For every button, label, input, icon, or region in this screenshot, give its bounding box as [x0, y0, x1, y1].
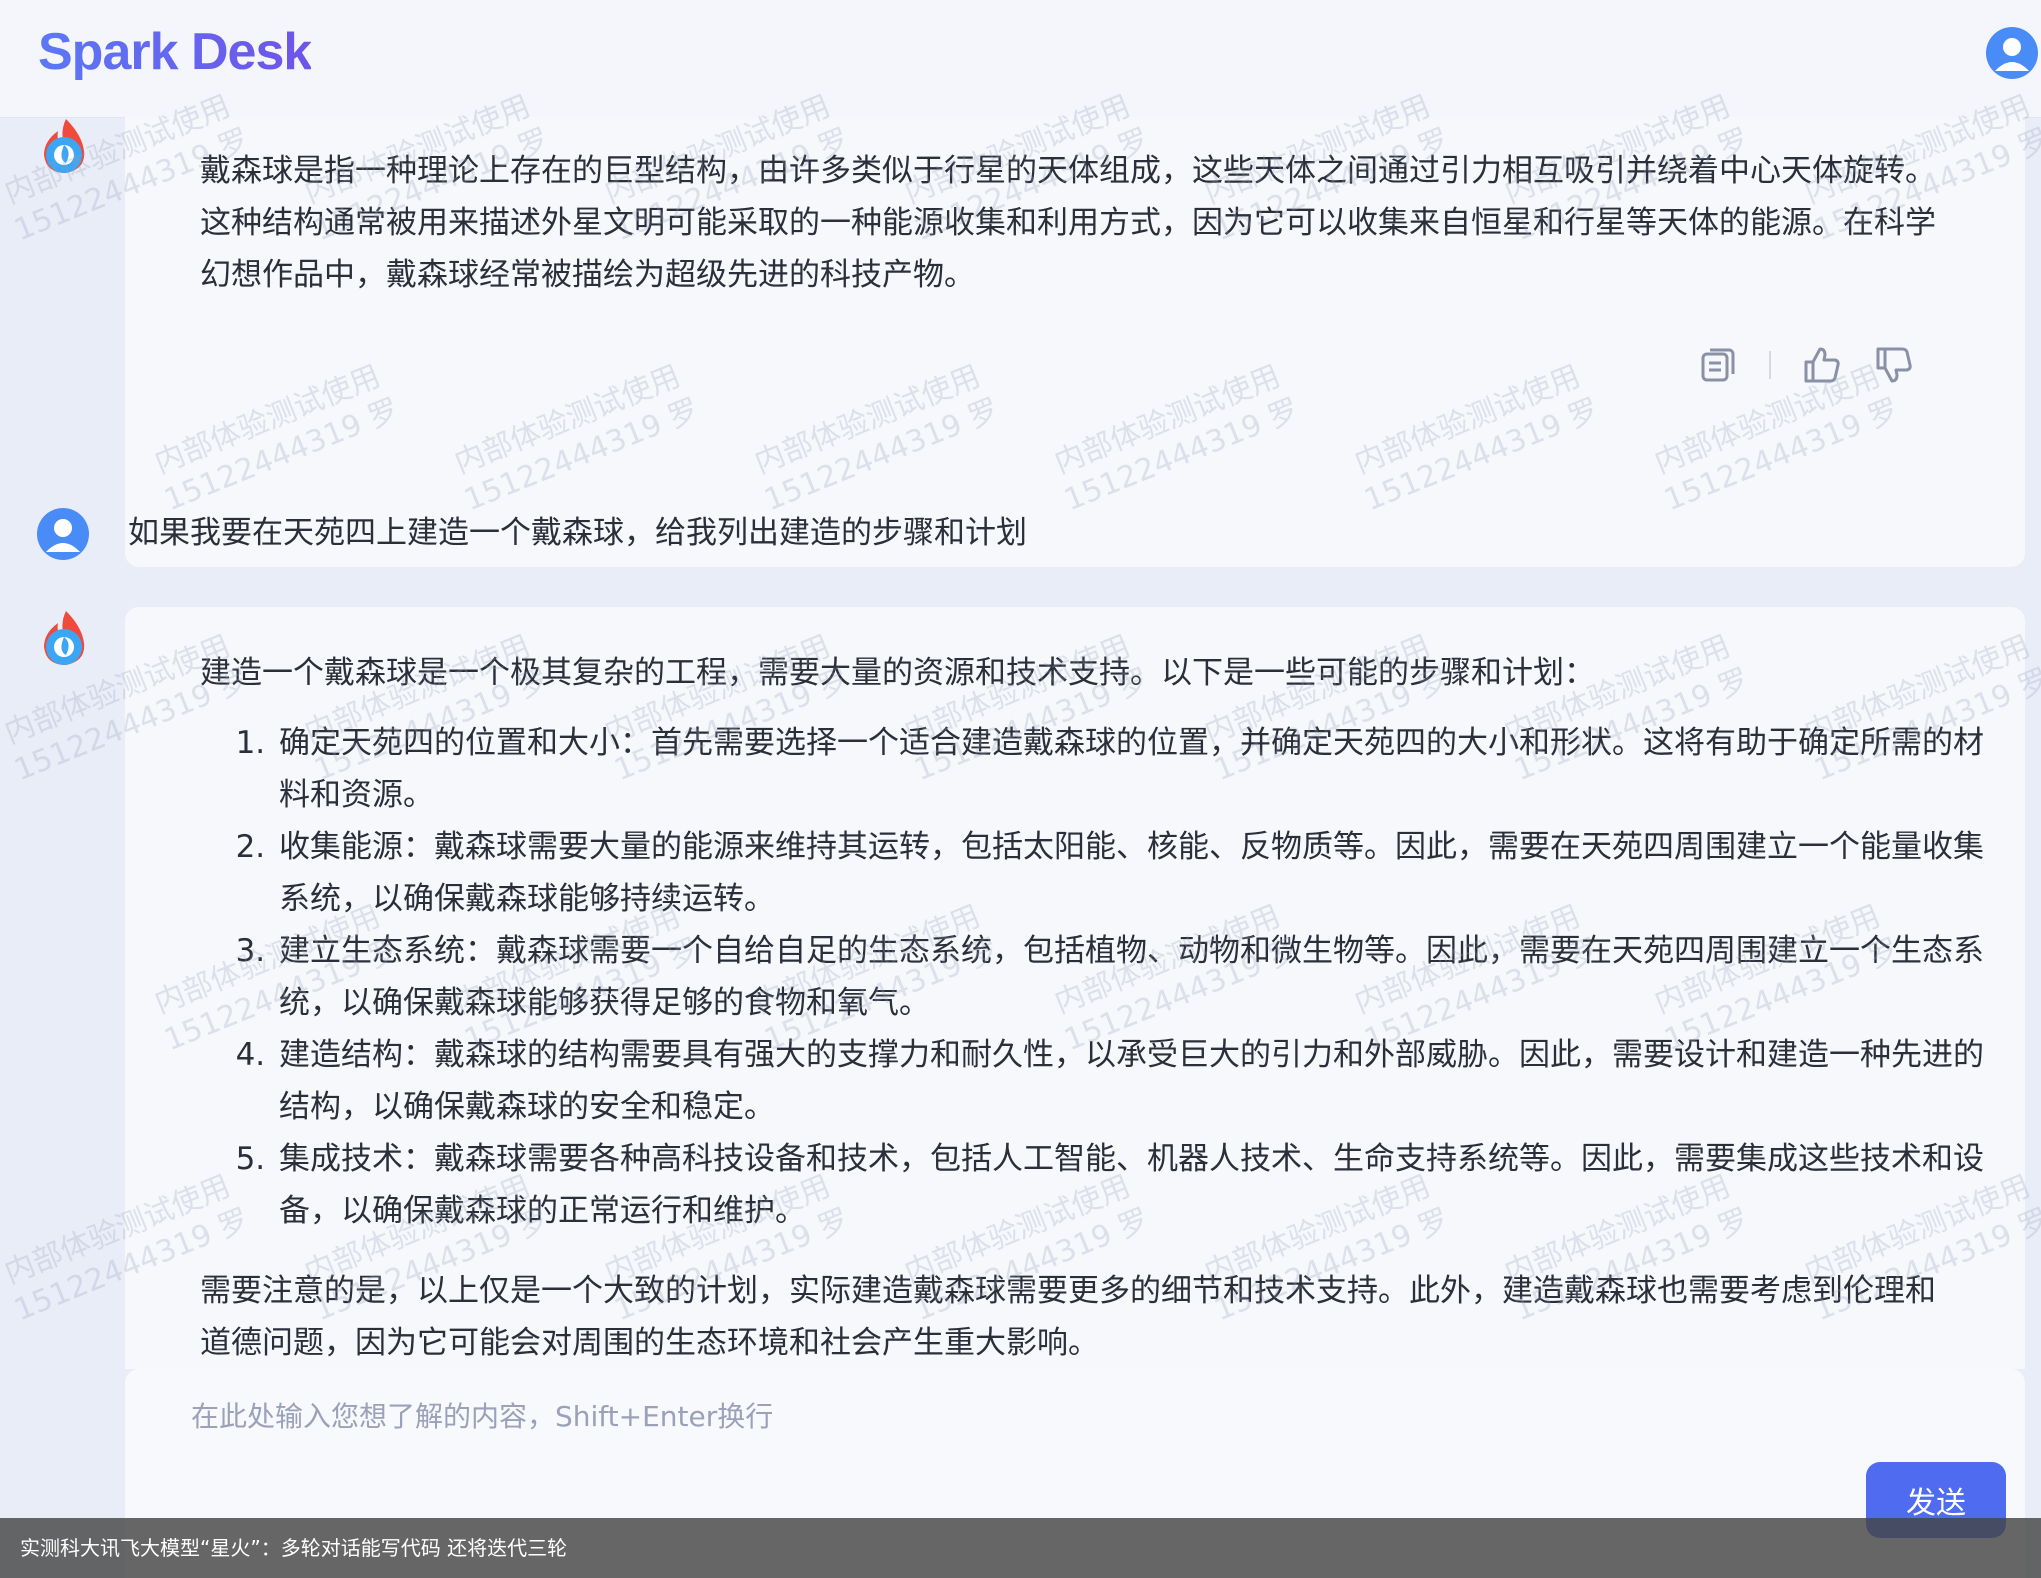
bot-message-text: 戴森球是指一种理论上存在的巨型结构，由许多类似于行星的天体组成，这些天体之间通过…	[200, 153, 1936, 293]
copy-icon[interactable]	[1697, 344, 1739, 386]
top-header: Spark Desk	[0, 0, 2041, 118]
spark-flame-icon	[44, 611, 85, 665]
thumbs-down-icon[interactable]	[1873, 344, 1915, 386]
spark-desk-logo[interactable]: Spark Desk	[38, 22, 312, 82]
action-separator	[1769, 351, 1771, 379]
spark-flame-icon	[44, 119, 85, 173]
steps-list: 确定天苑四的位置和大小：首先需要选择一个适合建造戴森球的位置，并确定天苑四的大小…	[235, 717, 1995, 1237]
thumbs-up-icon[interactable]	[1801, 344, 1843, 386]
user-avatar-icon	[37, 508, 89, 560]
user-message: 如果我要在天苑四上建造一个戴森球，给我列出建造的步骤和计划	[128, 515, 1027, 551]
caption-bar: 实测科大讯飞大模型“星火”：多轮对话能写代码 还将迭代三轮	[0, 1518, 2041, 1578]
bot-message-1: 戴森球是指一种理论上存在的巨型结构，由许多类似于行星的天体组成，这些天体之间通过…	[125, 117, 2025, 567]
bot-intro-text: 建造一个戴森球是一个极其复杂的工程，需要大量的资源和技术支持。以下是一些可能的步…	[200, 655, 1595, 691]
bot-message-2: 建造一个戴森球是一个极其复杂的工程，需要大量的资源和技术支持。以下是一些可能的步…	[125, 607, 2025, 1369]
chat-input[interactable]	[189, 1393, 1793, 1457]
list-item: 建立生态系统：戴森球需要一个自给自足的生态系统，包括植物、动物和微生物等。因此，…	[275, 925, 1995, 1029]
list-item: 收集能源：戴森球需要大量的能源来维持其运转，包括太阳能、核能、反物质等。因此，需…	[275, 821, 1995, 925]
chat-area: 戴森球是指一种理论上存在的巨型结构，由许多类似于行星的天体组成，这些天体之间通过…	[0, 117, 2041, 1369]
list-item: 集成技术：戴森球需要各种高科技设备和技术，包括人工智能、机器人技术、生命支持系统…	[275, 1133, 1995, 1237]
message-actions	[1697, 340, 1915, 390]
bot-outro-text: 需要注意的是，以上仅是一个大致的计划，实际建造戴森球需要更多的细节和技术支持。此…	[200, 1273, 1936, 1361]
list-item: 确定天苑四的位置和大小：首先需要选择一个适合建造戴森球的位置，并确定天苑四的大小…	[275, 717, 1995, 821]
list-item: 建造结构：戴森球的结构需要具有强大的支撑力和耐久性，以承受巨大的引力和外部威胁。…	[275, 1029, 1995, 1133]
user-avatar-icon[interactable]	[1986, 27, 2038, 79]
